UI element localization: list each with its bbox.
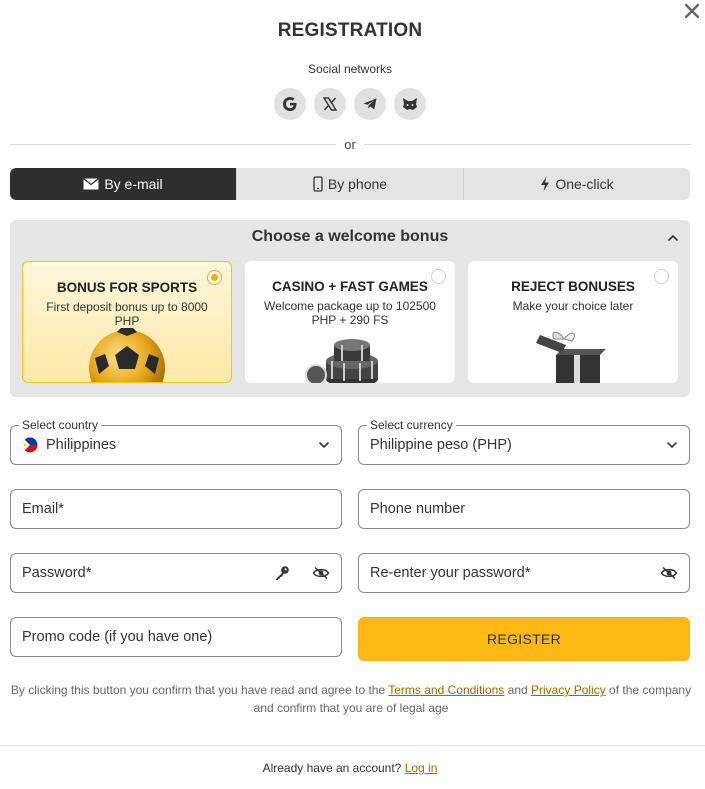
eye-slash-icon (660, 566, 678, 580)
bonus-card-title: BONUS FOR SPORTS (56, 280, 198, 295)
country-legend: Select country (19, 418, 102, 432)
bonus-card-casino[interactable]: CASINO + FAST GAMES Welcome package up t… (245, 261, 455, 383)
close-button[interactable] (681, 0, 703, 22)
currency-legend: Select currency (367, 418, 456, 432)
privacy-policy-link[interactable]: Privacy Policy (531, 683, 606, 697)
key-icon (276, 566, 289, 580)
toggle-password-visibility[interactable] (312, 566, 330, 580)
envelope-icon (83, 178, 100, 190)
chevron-up-icon[interactable] (666, 231, 680, 245)
confirm-password-placeholder: Re-enter your password* (370, 565, 531, 581)
or-label: or (344, 136, 356, 152)
bonus-card-description: Welcome package up to 102500 PHP + 290 F… (264, 299, 436, 327)
or-divider: or (10, 136, 690, 152)
bonus-card-reject[interactable]: REJECT BONUSES Make your choice later (468, 261, 678, 383)
currency-select[interactable]: Select currency Philippine peso (PHP) (358, 418, 690, 465)
google-button[interactable] (274, 88, 306, 120)
country-select[interactable]: Select country Philippines (10, 418, 342, 465)
generate-password-button[interactable] (274, 565, 290, 581)
casino-chips-icon (305, 339, 378, 383)
telegram-icon (363, 98, 377, 110)
eye-slash-icon (312, 566, 330, 580)
metamask-button[interactable] (394, 88, 426, 120)
chevron-down-icon (319, 442, 329, 449)
password-field[interactable]: Password* (10, 553, 342, 593)
telegram-button[interactable] (354, 88, 386, 120)
terms-text-before: By clicking this button you confirm that… (10, 683, 389, 697)
phone-placeholder: Phone number (370, 501, 466, 517)
register-button[interactable]: REGISTER (358, 617, 690, 661)
metamask-icon (403, 98, 417, 110)
lightning-icon (541, 176, 550, 192)
currency-value: Philippine peso (PHP) (370, 437, 512, 453)
promo-code-field[interactable]: Promo code (if you have one) (10, 617, 342, 657)
social-buttons (274, 88, 426, 120)
terms-text-and: and (504, 683, 532, 697)
bonus-card-title: CASINO + FAST GAMES (272, 279, 428, 294)
social-networks-label: Social networks (307, 62, 393, 76)
password-placeholder: Password* (22, 565, 92, 581)
email-placeholder: Email* (22, 501, 64, 517)
x-icon (322, 97, 338, 111)
tab-one-click[interactable]: One-click (464, 168, 690, 200)
philippines-flag-icon (22, 437, 38, 453)
promo-code-placeholder: Promo code (if you have one) (22, 629, 213, 645)
bonus-card-title: REJECT BONUSES (511, 279, 635, 294)
tab-by-phone[interactable]: By phone (237, 168, 464, 200)
gift-box-icon (536, 331, 606, 383)
email-field[interactable]: Email* (10, 489, 342, 529)
x-button[interactable] (314, 88, 346, 120)
bonus-card-description: First deposit bonus up to 8000 PHP (46, 300, 208, 328)
terms-notice: By clicking this button you confirm that… (6, 681, 696, 717)
registration-method-tabs: By e-mail By phone One-click (10, 168, 690, 200)
page-title: REGISTRATION (277, 20, 423, 41)
toggle-confirm-password-visibility[interactable] (660, 566, 678, 580)
login-prompt: Already have an account? Log in (0, 761, 700, 775)
tab-label: One-click (555, 176, 614, 192)
welcome-bonus-panel: Choose a welcome bonus BONUS FOR SPORTS … (10, 220, 690, 397)
tab-by-email[interactable]: By e-mail (10, 168, 237, 200)
login-prompt-text: Already have an account? (262, 761, 405, 775)
confirm-password-field[interactable]: Re-enter your password* (358, 553, 690, 593)
bonus-card-sports[interactable]: BONUS FOR SPORTS First deposit bonus up … (22, 261, 232, 383)
close-icon (684, 3, 700, 19)
google-icon (283, 97, 297, 111)
login-link[interactable]: Log in (405, 761, 438, 775)
phone-icon (313, 176, 323, 192)
country-value: Philippines (46, 437, 117, 453)
phone-field[interactable]: Phone number (358, 489, 690, 529)
tab-label: By phone (327, 176, 388, 192)
chevron-down-icon (667, 442, 677, 449)
bonus-card-description: Make your choice later (512, 299, 634, 313)
footer-divider (0, 745, 705, 746)
terms-and-conditions-link[interactable]: Terms and Conditions (388, 683, 504, 697)
soccer-ball-icon (89, 328, 165, 382)
bonus-header: Choose a welcome bonus (251, 228, 449, 245)
tab-label: By e-mail (104, 176, 163, 192)
